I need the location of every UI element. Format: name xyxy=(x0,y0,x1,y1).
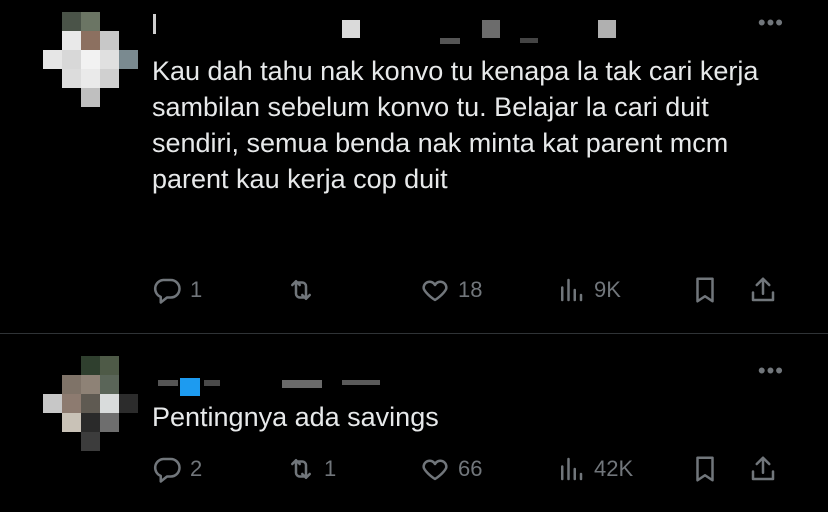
name-fragment xyxy=(342,20,360,38)
name-fragment xyxy=(158,380,178,386)
more-options-icon[interactable]: ••• xyxy=(758,12,784,34)
name-fragment xyxy=(204,380,220,386)
name-fragment xyxy=(482,20,500,38)
reply-button[interactable]: 1 xyxy=(152,273,202,307)
views-icon xyxy=(561,278,583,302)
name-fragment xyxy=(520,38,538,43)
more-options-icon[interactable]: ••• xyxy=(758,360,784,382)
retweet-icon xyxy=(291,459,311,479)
views-count: 9K xyxy=(594,277,621,302)
like-button[interactable]: 66 xyxy=(420,452,482,486)
bookmark-button[interactable] xyxy=(690,273,720,307)
tweet-actions: 2 1 66 42K xyxy=(152,452,792,486)
reply-count: 1 xyxy=(190,277,203,302)
name-fragment xyxy=(153,14,156,34)
avatar-pixelated[interactable] xyxy=(43,356,138,451)
views-count: 42K xyxy=(594,456,634,481)
heart-icon xyxy=(422,280,448,302)
share-button[interactable] xyxy=(748,273,778,307)
share-icon xyxy=(751,456,775,481)
retweet-icon xyxy=(291,280,311,300)
retweet-button[interactable]: 1 xyxy=(286,452,336,486)
name-fragment xyxy=(440,38,460,44)
heart-icon xyxy=(422,459,448,481)
name-fragment xyxy=(342,380,380,385)
share-icon xyxy=(751,277,775,302)
name-fragment xyxy=(282,380,322,388)
bookmark-button[interactable] xyxy=(690,452,720,486)
retweet-count: 1 xyxy=(324,456,337,481)
reply-icon xyxy=(153,278,181,304)
avatar-pixelated[interactable] xyxy=(43,12,138,107)
tweet-actions: 1 18 9K xyxy=(152,273,792,307)
views-button[interactable]: 42K xyxy=(556,452,633,486)
tweet[interactable]: ••• Pentingnya ada savings 2 1 66 42K xyxy=(0,334,828,512)
bookmark-icon xyxy=(696,277,714,303)
views-button[interactable]: 9K xyxy=(556,273,621,307)
reply-count: 2 xyxy=(190,456,203,481)
views-icon xyxy=(561,457,583,481)
reply-icon xyxy=(153,457,181,483)
reply-button[interactable]: 2 xyxy=(152,452,202,486)
verified-badge-fragment xyxy=(180,378,200,396)
like-count: 18 xyxy=(458,277,483,302)
retweet-button[interactable] xyxy=(286,273,324,307)
tweet-text: Pentingnya ada savings xyxy=(152,402,439,432)
share-button[interactable] xyxy=(748,452,778,486)
tweet[interactable]: ••• Kau dah tahu nak konvo tu kenapa la … xyxy=(0,0,828,333)
tweet-text: Kau dah tahu nak konvo tu kenapa la tak … xyxy=(152,56,766,194)
bookmark-icon xyxy=(696,456,714,482)
like-button[interactable]: 18 xyxy=(420,273,482,307)
like-count: 66 xyxy=(458,456,483,481)
name-fragment xyxy=(598,20,616,38)
